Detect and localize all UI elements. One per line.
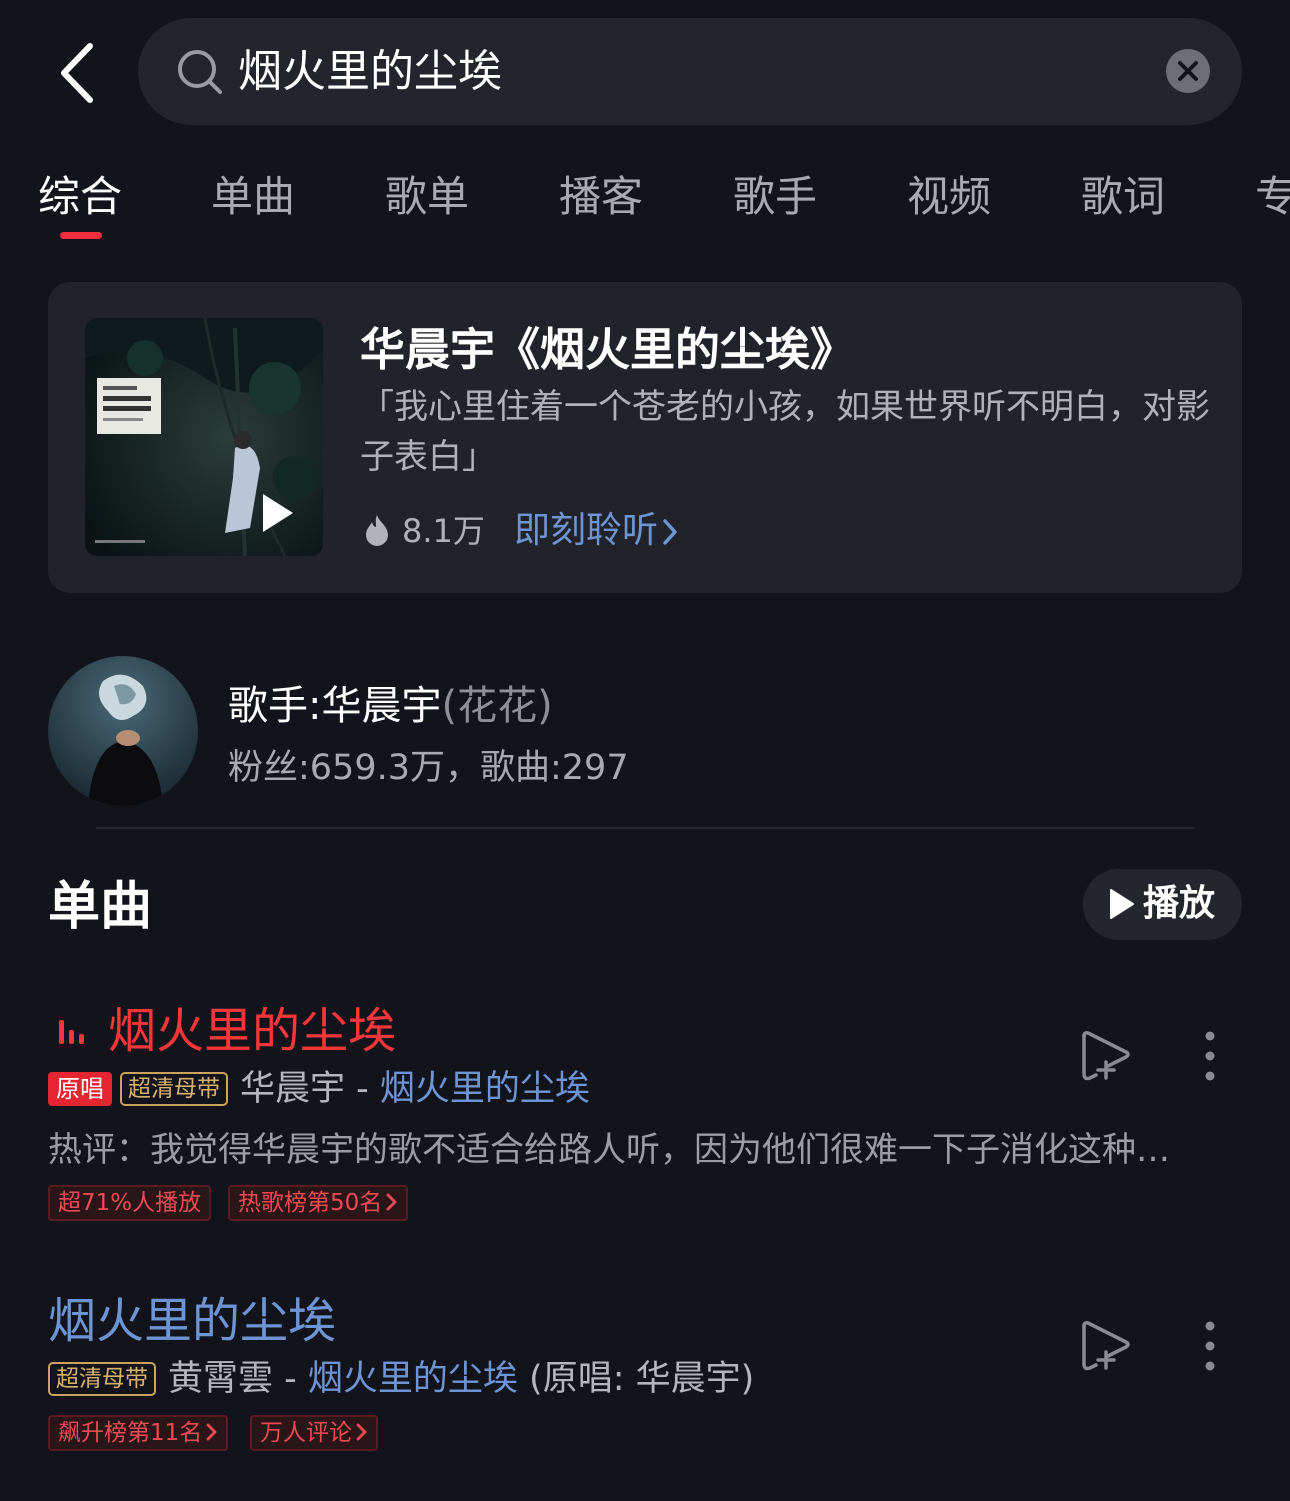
tab-overall[interactable]: 综合 bbox=[38, 166, 122, 228]
artist-alias: (花花) bbox=[441, 683, 553, 729]
category-tabs: 综合 单曲 歌单 播客 歌手 视频 歌词 专 bbox=[0, 166, 1290, 246]
song-meta: 黄霄雲 - 烟火里的尘埃 (原唱: 华晨宇) bbox=[168, 1354, 754, 1404]
back-button[interactable] bbox=[52, 38, 108, 108]
listen-now-label: 即刻聆听 bbox=[514, 510, 659, 551]
artist-avatar[interactable] bbox=[48, 656, 198, 806]
album-cover[interactable] bbox=[85, 318, 323, 556]
tab-artists[interactable]: 歌手 bbox=[733, 166, 817, 228]
quality-badge: 超清母带 bbox=[120, 1072, 228, 1106]
play-all-button[interactable]: 播放 bbox=[1083, 869, 1242, 940]
song-artist[interactable]: 华晨宇 bbox=[240, 1069, 345, 1109]
more-options-button[interactable] bbox=[1198, 1028, 1222, 1084]
tab-playlists[interactable]: 歌单 bbox=[385, 166, 469, 228]
more-options-button[interactable] bbox=[1198, 1318, 1222, 1374]
add-to-playlist-button[interactable] bbox=[1078, 1028, 1134, 1084]
play-rate-chip: 超71%人播放 bbox=[48, 1185, 212, 1221]
artist-name-main: 歌手:华晨宇 bbox=[228, 683, 442, 729]
fire-icon bbox=[364, 514, 390, 546]
meta-separator: - bbox=[273, 1359, 308, 1399]
equalizer-icon bbox=[58, 1018, 86, 1046]
search-icon bbox=[176, 48, 224, 96]
album-quote: 「我心里住着一个苍老的小孩，如果世界听不明白，对影子表白」 bbox=[360, 387, 1210, 477]
hot-chart-chip-label: 热歌榜第50名 bbox=[238, 1190, 383, 1216]
song-title[interactable]: 烟火里的尘埃 bbox=[48, 1290, 336, 1352]
clear-icon bbox=[1178, 61, 1198, 81]
more-vertical-icon bbox=[1205, 1321, 1215, 1371]
chevron-right-icon bbox=[206, 1423, 217, 1441]
artist-stats: 粉丝:659.3万，歌曲:297 bbox=[228, 748, 629, 788]
song-meta: 华晨宇 - 烟火里的尘埃 bbox=[240, 1064, 590, 1114]
comments-chip-label: 万人评论 bbox=[260, 1420, 352, 1446]
singles-section-title: 单曲 bbox=[48, 877, 153, 937]
hot-comment[interactable]: 热评：我觉得华晨宇的歌不适合给路人听，因为他们很难一下子消化这种… bbox=[48, 1126, 1234, 1174]
play-all-label: 播放 bbox=[1143, 883, 1216, 924]
chevron-right-icon bbox=[356, 1423, 367, 1441]
tab-lyrics[interactable]: 歌词 bbox=[1081, 166, 1165, 228]
tab-videos[interactable]: 视频 bbox=[907, 166, 991, 228]
song-album[interactable]: 烟火里的尘埃 bbox=[308, 1359, 518, 1399]
artist-name[interactable]: 歌手:华晨宇(花花) bbox=[228, 678, 553, 734]
add-to-playlist-button[interactable] bbox=[1078, 1318, 1134, 1374]
song-album[interactable]: 烟火里的尘埃 bbox=[380, 1069, 590, 1109]
original-badge: 原唱 bbox=[48, 1072, 112, 1106]
divider bbox=[96, 827, 1195, 829]
more-vertical-icon bbox=[1205, 1031, 1215, 1081]
listen-now-link[interactable]: 即刻聆听 bbox=[514, 508, 678, 554]
song-title[interactable]: 烟火里的尘埃 bbox=[108, 1000, 396, 1062]
rising-chart-chip[interactable]: 飙升榜第11名 bbox=[48, 1415, 229, 1451]
chevron-right-icon bbox=[386, 1193, 397, 1211]
chevron-right-icon bbox=[663, 519, 677, 545]
play-icon bbox=[1110, 889, 1134, 919]
search-input[interactable]: 烟火里的尘埃 bbox=[238, 42, 502, 102]
meta-separator: - bbox=[345, 1069, 380, 1109]
active-tab-indicator bbox=[60, 232, 102, 239]
comments-chip[interactable]: 万人评论 bbox=[250, 1415, 378, 1451]
heat-count: 8.1万 bbox=[402, 512, 485, 550]
rising-chart-chip-label: 飙升榜第11名 bbox=[58, 1420, 203, 1446]
tab-albums[interactable]: 专 bbox=[1255, 166, 1290, 228]
hot-chart-chip[interactable]: 热歌榜第50名 bbox=[228, 1185, 409, 1221]
album-title[interactable]: 华晨宇《烟火里的尘埃》 bbox=[360, 318, 855, 382]
original-singer-note: (原唱: 华晨宇) bbox=[517, 1359, 755, 1399]
add-to-playlist-icon bbox=[1082, 1321, 1130, 1371]
back-arrow-icon bbox=[61, 43, 93, 103]
clear-search-button[interactable] bbox=[1166, 49, 1210, 93]
tab-singles[interactable]: 单曲 bbox=[211, 166, 295, 228]
add-to-playlist-icon bbox=[1082, 1031, 1130, 1081]
song-artist[interactable]: 黄霄雲 bbox=[168, 1359, 273, 1399]
tab-podcasts[interactable]: 播客 bbox=[559, 166, 643, 228]
quality-badge: 超清母带 bbox=[48, 1362, 156, 1396]
